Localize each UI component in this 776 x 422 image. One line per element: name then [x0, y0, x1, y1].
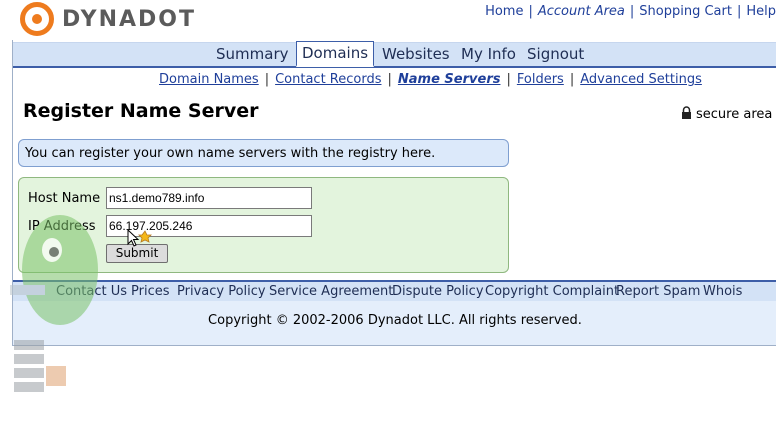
logo-icon	[20, 2, 54, 36]
sub-navigation: Domain Names | Contact Records | Name Server…	[159, 72, 702, 87]
page-title: Register Name Server	[23, 100, 259, 122]
tab-my-info[interactable]: My Info	[461, 45, 516, 63]
footer-link-whois[interactable]: Whois	[703, 284, 742, 299]
tab-signout[interactable]: Signout	[527, 45, 584, 63]
footer-links: Contact Us Prices Privacy Policy Service…	[13, 280, 776, 301]
footer-link-report-spam[interactable]: Report Spam	[616, 284, 700, 299]
dynadot-logo[interactable]: DYNADOT	[20, 2, 196, 36]
tab-websites[interactable]: Websites	[382, 45, 450, 63]
main-frame: Summary Domains Websites My Info Signout…	[12, 40, 776, 346]
footer-link-privacy-policy[interactable]: Privacy Policy	[177, 284, 266, 299]
footer-link-service-agreement[interactable]: Service Agreement	[269, 284, 393, 299]
footer-link-dispute-policy[interactable]: Dispute Policy	[392, 284, 484, 299]
top-link-account-area[interactable]: Account Area	[538, 4, 625, 19]
tab-summary[interactable]: Summary	[216, 45, 289, 63]
host-name-label: Host Name	[28, 191, 101, 206]
subnav-advanced-settings[interactable]: Advanced Settings	[580, 72, 702, 87]
tab-domains[interactable]: Domains	[296, 41, 375, 67]
subnav-folders[interactable]: Folders	[517, 72, 564, 87]
top-link-help[interactable]: Help	[746, 4, 776, 19]
secure-area-indicator: secure area	[681, 106, 772, 122]
subnav-contact-records[interactable]: Contact Records	[275, 72, 381, 87]
register-form: Host Name ns1.demo789.info IP Address 66…	[18, 177, 509, 273]
main-tabs: Summary Domains Websites My Info Signout	[13, 41, 776, 68]
mouse-cursor-icon	[127, 229, 152, 247]
info-text: You can register your own name servers w…	[25, 146, 436, 161]
copyright-bar: Copyright © 2002-2006 Dynadot LLC. All r…	[13, 301, 776, 345]
lock-icon	[682, 106, 691, 119]
footer-link-contact-us[interactable]: Contact Us	[56, 284, 127, 299]
top-links: Home | Account Area | Shopping Cart | Help	[485, 4, 776, 19]
subnav-name-servers[interactable]: Name Servers	[398, 72, 501, 87]
info-box: You can register your own name servers w…	[18, 139, 509, 167]
footer-link-copyright-complaint[interactable]: Copyright Complaint	[485, 284, 619, 299]
top-link-shopping-cart[interactable]: Shopping Cart	[639, 4, 732, 19]
subnav-domain-names[interactable]: Domain Names	[159, 72, 259, 87]
top-bar: DYNADOT Home | Account Area | Shopping Cart |…	[0, 0, 776, 40]
copyright-text: Copyright © 2002-2006 Dynadot LLC. All r…	[208, 313, 582, 328]
top-link-home[interactable]: Home	[485, 4, 523, 19]
secure-area-label: secure area	[696, 107, 773, 122]
footer-link-prices[interactable]: Prices	[131, 284, 170, 299]
ip-address-label: IP Address	[28, 219, 96, 234]
logo-text: DYNADOT	[62, 6, 197, 32]
host-name-input[interactable]: ns1.demo789.info	[106, 187, 312, 209]
